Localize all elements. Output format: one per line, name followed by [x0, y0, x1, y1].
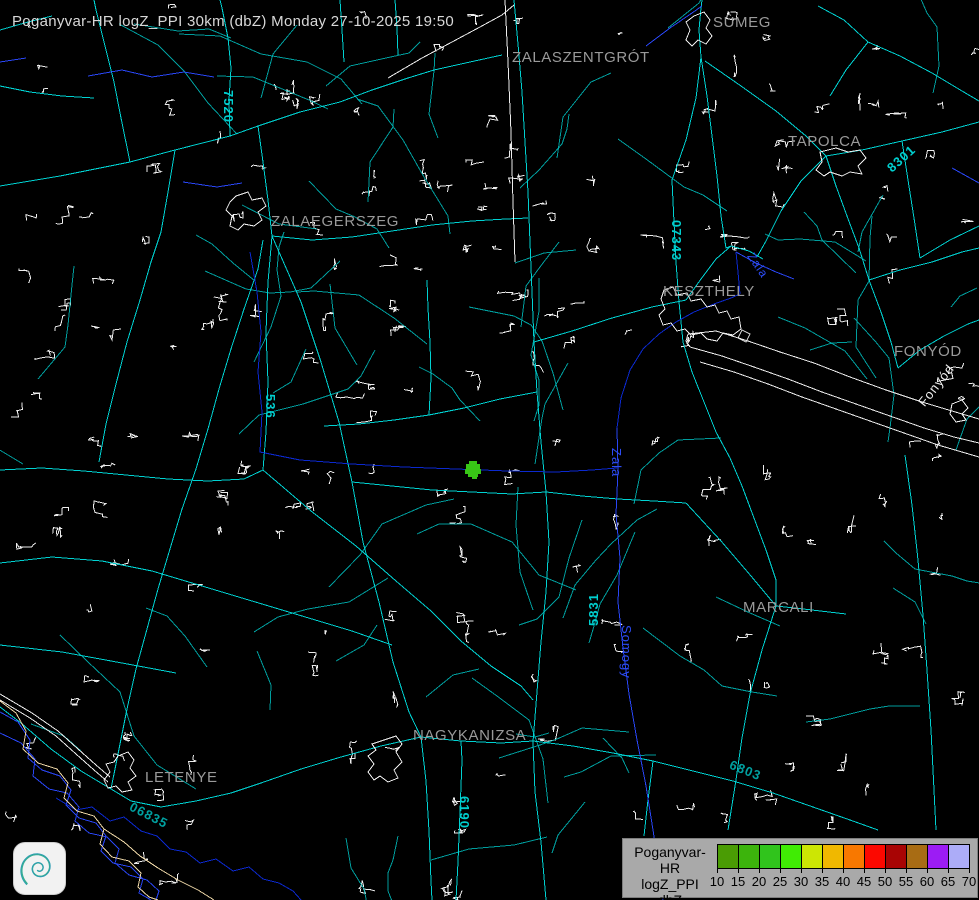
legend-ticks: 10 15 20 25 30 35 40 45 50 55 60 65 70 [717, 874, 970, 890]
road-label-536: 536 [263, 394, 278, 419]
legend-swatch [781, 845, 802, 868]
legend-product: logZ_PPI [625, 876, 715, 892]
city-label-zalaszentgrot: ZALASZENTGRÓT [512, 49, 650, 66]
city-label-fonyod: FONYÓD [894, 343, 962, 360]
city-label-tapolca: TAPOLCA [788, 133, 861, 150]
legend-swatch [886, 845, 907, 868]
road-label-7520: 7520 [221, 90, 236, 123]
city-label-keszthely: KESZTHELY [663, 283, 755, 300]
legend-swatch [802, 845, 823, 868]
city-label-letenye: LETENYE [145, 769, 218, 786]
road-label-6190: 6190 [457, 796, 472, 829]
county-label-zala: Zala [609, 448, 624, 477]
legend-station: Poganyvar-HR [625, 844, 715, 876]
road-label-07343: 07343 [669, 220, 684, 261]
spiral-icon [15, 844, 63, 892]
legend-tick: 70 [962, 874, 976, 889]
radar-title: Poganyvar-HR logZ_PPI 30km (dbZ) Monday … [12, 13, 454, 30]
county-label-somogy: Somogy [619, 625, 634, 679]
radar-echo [465, 461, 481, 479]
legend-tick: 65 [941, 874, 955, 889]
legend-swatch [760, 845, 781, 868]
legend-unit: dbZ [625, 892, 715, 900]
city-label-nagykanizsa: NAGYKANIZSA [413, 727, 526, 744]
legend-swatch [823, 845, 844, 868]
legend-tick: 20 [752, 874, 766, 889]
legend-tick: 25 [773, 874, 787, 889]
radar-composite-image: Poganyvar-HR logZ_PPI 30km (dbZ) Monday … [0, 0, 979, 900]
legend-tick: 50 [878, 874, 892, 889]
legend-swatch [739, 845, 760, 868]
legend-tick: 55 [899, 874, 913, 889]
legend-swatch [949, 845, 969, 868]
legend-swatch [865, 845, 886, 868]
legend-swatch [718, 845, 739, 868]
legend-tick: 30 [794, 874, 808, 889]
legend-meta: Poganyvar-HR logZ_PPI dbZ [625, 844, 715, 900]
app-logo [13, 842, 66, 895]
legend-tickmarks [717, 869, 970, 873]
city-label-zalaegerszeg: ZALAEGERSZEG [271, 213, 399, 230]
legend-tick: 40 [836, 874, 850, 889]
legend: Poganyvar-HR logZ_PPI dbZ 10 15 20 25 30… [622, 838, 978, 898]
legend-tick: 10 [710, 874, 724, 889]
legend-tick: 60 [920, 874, 934, 889]
road-label-5831: 5831 [586, 593, 601, 626]
legend-tick: 45 [857, 874, 871, 889]
city-label-sumeg: SÜMEG [713, 14, 771, 31]
zala-river [250, 252, 617, 472]
railways-and-shorelines [0, 0, 979, 792]
legend-tick: 35 [815, 874, 829, 889]
legend-swatch [907, 845, 928, 868]
legend-swatch [928, 845, 949, 868]
city-label-marcali: MARCALI [743, 599, 814, 616]
legend-swatch [844, 845, 865, 868]
legend-color-scale [717, 844, 970, 869]
legend-tick: 15 [731, 874, 745, 889]
